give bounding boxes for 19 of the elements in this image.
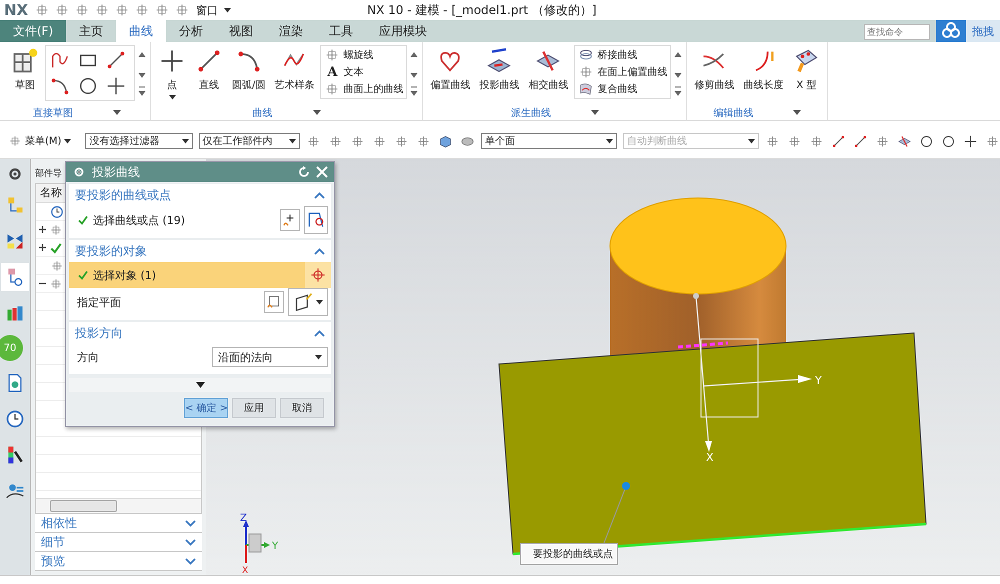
navigator-title: 部件导 <box>35 168 62 180</box>
ribbon-group-title: 曲线 <box>252 106 273 120</box>
ribbon-group-title: 直接草图 <box>33 106 73 120</box>
selection-label: 选择曲线或点 (19) <box>93 212 186 228</box>
axis-label: Z <box>240 513 247 524</box>
axis-label: Y <box>815 374 822 387</box>
axis-label: X <box>242 566 248 575</box>
window-title: NX 10 - 建模 - [_model1.prt （修改的）] <box>367 2 597 18</box>
text-icon: A <box>324 64 340 80</box>
dialog-title: 投影曲线 <box>92 164 140 180</box>
app-logo: NX <box>4 1 28 19</box>
ribbon-group-title: 派生曲线 <box>510 106 551 120</box>
ribbon-group-title: 编辑曲线 <box>713 106 754 120</box>
selection-label: 选择对象 (1) <box>93 268 156 282</box>
axis-label: X <box>706 451 714 464</box>
axis-label: Y <box>272 541 278 552</box>
field-label: 方向 <box>77 350 99 364</box>
field-label: 指定平面 <box>77 294 121 310</box>
selection-tooltip: 要投影的曲线或点 <box>520 543 618 565</box>
